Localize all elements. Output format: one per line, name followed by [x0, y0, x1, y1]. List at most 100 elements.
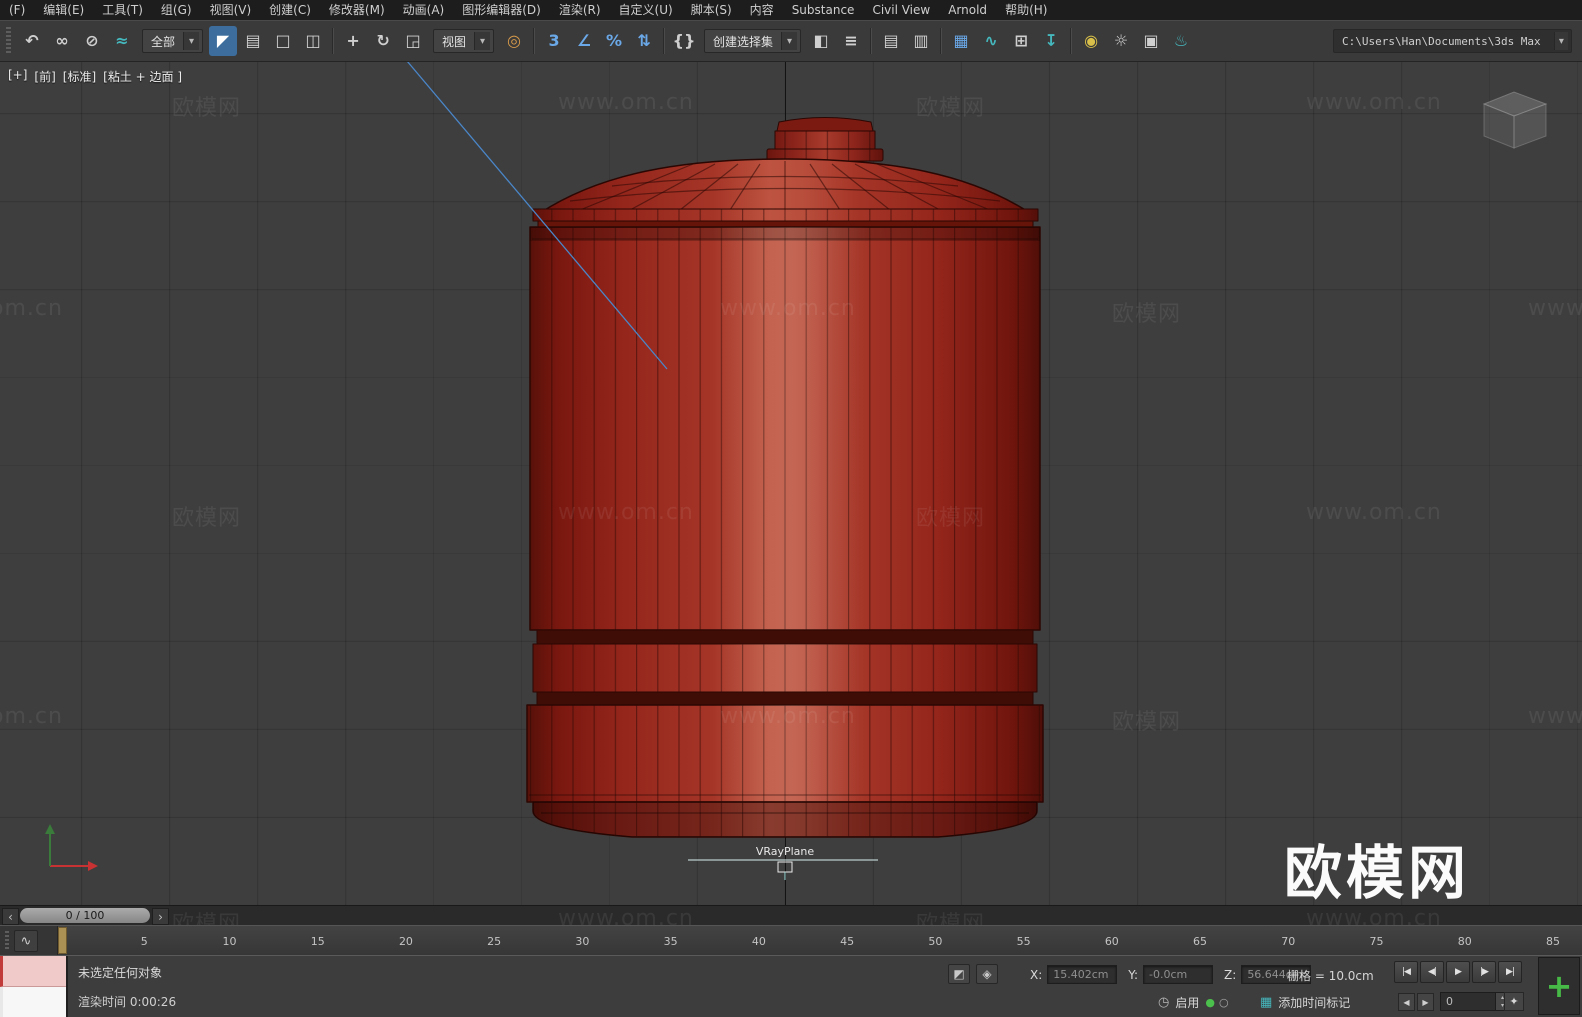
set-key-icon[interactable]: ✦: [1504, 992, 1524, 1011]
previous-key-button[interactable]: ◀: [1398, 993, 1415, 1011]
maxscript-icon[interactable]: {}: [670, 26, 698, 56]
drag-handle[interactable]: [5, 931, 9, 951]
select-and-rotate-icon[interactable]: ↻: [369, 26, 397, 56]
time-forward-button[interactable]: ›: [152, 908, 169, 925]
menu-item[interactable]: 动画(A): [394, 0, 454, 20]
window-crossing-icon[interactable]: ◫: [299, 26, 327, 56]
schematic-view-icon[interactable]: ⊞: [1007, 26, 1035, 56]
barrel-groove-upper[interactable]: [536, 629, 1034, 645]
render-setup-icon[interactable]: ☼: [1107, 26, 1135, 56]
listener-script-pane[interactable]: [0, 987, 66, 1017]
3ds-max-window: (F) 编辑(E) 工具(T) 组(G) 视图(V) 创建(C) 修改器(M) 动画(A) 图形…: [0, 0, 1582, 1017]
y-coordinate-field[interactable]: -0.0cm: [1143, 965, 1214, 984]
vrayplane-object[interactable]: VRayPlane: [688, 845, 878, 880]
trackbar-tick-label: 50: [928, 934, 943, 948]
mirror-icon[interactable]: ◧: [807, 26, 835, 56]
menu-item[interactable]: 视图(V): [201, 0, 261, 20]
listener-macro-pane[interactable]: [0, 956, 66, 987]
menu-item[interactable]: 创建(C): [260, 0, 320, 20]
play-button[interactable]: ▶: [1446, 961, 1470, 983]
toolbar-drag-handle[interactable]: [6, 27, 11, 55]
render-production-icon[interactable]: ♨: [1167, 26, 1195, 56]
select-by-name-icon[interactable]: ▤: [239, 26, 267, 56]
menu-item[interactable]: Substance: [783, 0, 864, 20]
trackbar-tick-label: 80: [1457, 934, 1472, 948]
use-pivot-center-icon[interactable]: ◎: [500, 26, 528, 56]
layer-explorer-icon[interactable]: ▥: [907, 26, 935, 56]
maxscript-mini-listener[interactable]: [0, 956, 68, 1017]
viewport-menu-segment[interactable]: [粘土 + 边面 ]: [103, 68, 182, 85]
curve-editor-icon[interactable]: ∿: [977, 26, 1005, 56]
menu-item[interactable]: 编辑(E): [34, 0, 93, 20]
menu-item[interactable]: 组(G): [152, 0, 201, 20]
rectangular-selection-icon[interactable]: □: [269, 26, 297, 56]
mini-curve-editor-button[interactable]: ∿: [14, 930, 38, 952]
track-bar[interactable]: ∿ 0510152025303540455055606570758085: [0, 925, 1582, 957]
viewport-menu-segment[interactable]: [标准]: [63, 68, 96, 85]
undo-icon[interactable]: ↶: [18, 26, 46, 56]
current-frame-field[interactable]: 0: [1440, 992, 1496, 1011]
time-slider[interactable]: ‹ 0 / 100 ›: [0, 905, 1582, 926]
chevron-down-icon: ▾: [474, 32, 491, 50]
next-frame-button[interactable]: |▶: [1472, 961, 1496, 983]
select-object-icon[interactable]: ◤: [209, 26, 238, 56]
current-frame-marker[interactable]: [58, 927, 67, 954]
previous-frame-button[interactable]: ◀|: [1420, 961, 1444, 983]
menu-item[interactable]: 脚本(S): [682, 0, 741, 20]
ribbon-toggle-icon[interactable]: ▦: [947, 26, 975, 56]
time-back-button[interactable]: ‹: [2, 908, 19, 925]
time-slider-handle[interactable]: 0 / 100: [20, 908, 150, 923]
x-coordinate-field[interactable]: 15.402cm: [1047, 965, 1118, 984]
go-to-start-button[interactable]: |◀: [1394, 961, 1418, 983]
menu-item[interactable]: 图形编辑器(D): [453, 0, 550, 20]
toolbar-separator: [332, 28, 335, 54]
percent-snap-icon[interactable]: %: [600, 26, 628, 56]
selection-filter-dropdown[interactable]: 全部 ▾: [142, 29, 204, 53]
unlink-selection-icon[interactable]: ⊘: [78, 26, 106, 56]
menu-item[interactable]: Civil View: [863, 0, 939, 20]
next-key-button[interactable]: ▶: [1417, 993, 1434, 1011]
reference-coordinate-dropdown[interactable]: 视图 ▾: [433, 29, 495, 53]
viewport-navigation-plus-button[interactable]: +: [1538, 957, 1580, 1015]
menu-item[interactable]: Arnold: [939, 0, 996, 20]
menu-item[interactable]: 工具(T): [93, 0, 152, 20]
enable-indicator-on[interactable]: ●: [1205, 997, 1215, 1008]
selection-lock-icon[interactable]: ◈: [976, 964, 998, 984]
add-time-tag-button[interactable]: 添加时间标记: [1278, 994, 1350, 1011]
select-and-move-icon[interactable]: +: [339, 26, 367, 56]
viewcube[interactable]: [1482, 91, 1548, 149]
snap-toggle-3d-icon[interactable]: 3: [540, 26, 568, 56]
bind-to-space-warp-icon[interactable]: ≈: [108, 26, 136, 56]
scene-explorer-icon[interactable]: ▤: [877, 26, 905, 56]
enable-indicator-off[interactable]: ○: [1219, 997, 1229, 1008]
trackbar-tick-label: 85: [1545, 934, 1560, 948]
barrel-groove-lower[interactable]: [536, 691, 1034, 706]
menu-item[interactable]: 内容: [741, 0, 783, 20]
menu-item[interactable]: (F): [0, 0, 34, 20]
isolate-selection-icon[interactable]: ◩: [948, 964, 970, 984]
time-configuration-icon[interactable]: ◷: [1158, 996, 1169, 1009]
menu-item[interactable]: 修改器(M): [320, 0, 394, 20]
menu-item[interactable]: 自定义(U): [610, 0, 682, 20]
barrel-cap-top[interactable]: [776, 117, 874, 132]
align-icon[interactable]: ≡: [837, 26, 865, 56]
viewport-front[interactable]: [+] [前] [标准] [粘土 + 边面 ] VRayPlane: [0, 60, 1582, 905]
spinner-snap-icon[interactable]: ⇅: [630, 26, 658, 56]
viewport-menu-segment[interactable]: [前]: [34, 68, 55, 85]
viewport-canvas[interactable]: VRayPlane: [0, 60, 1582, 905]
named-selection-set-dropdown[interactable]: 创建选择集 ▾: [704, 29, 802, 53]
barrel-model[interactable]: [526, 117, 1044, 838]
menu-item[interactable]: 渲染(R): [550, 0, 610, 20]
project-folder-field[interactable]: C:\Users\Han\Documents\3ds Max 2022 ▾: [1333, 29, 1572, 53]
angle-snap-icon[interactable]: ∠: [570, 26, 598, 56]
menu-item[interactable]: 帮助(H): [996, 0, 1056, 20]
go-to-end-button[interactable]: ▶|: [1498, 961, 1522, 983]
chevron-down-icon: ▾: [781, 32, 798, 50]
trackbar-tick-label: 40: [751, 934, 766, 948]
select-and-scale-icon[interactable]: ◲: [399, 26, 427, 56]
select-and-link-icon[interactable]: ∞: [48, 26, 76, 56]
rendered-frame-window-icon[interactable]: ▣: [1137, 26, 1165, 56]
viewport-menu-segment[interactable]: [+]: [8, 68, 27, 85]
asset-tracking-icon[interactable]: ↧: [1037, 26, 1065, 56]
material-editor-icon[interactable]: ◉: [1077, 26, 1105, 56]
